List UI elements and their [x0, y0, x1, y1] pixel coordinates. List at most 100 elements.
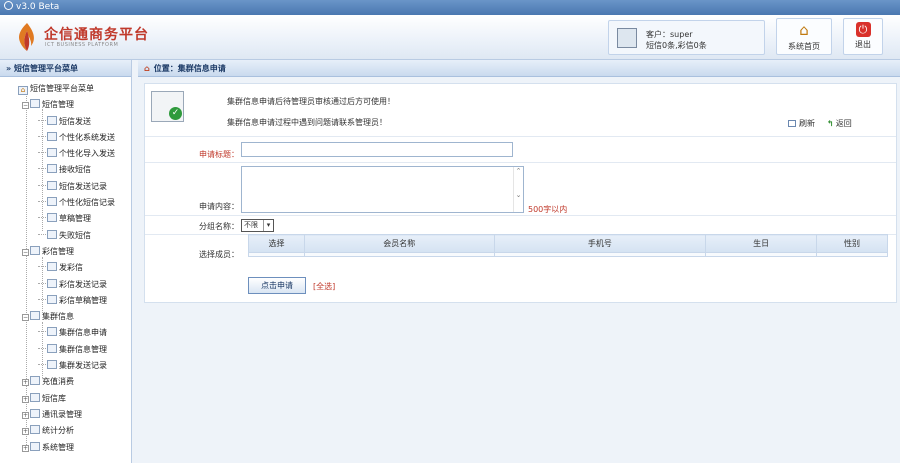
collapse-icon[interactable]: −: [22, 314, 29, 322]
logo-subtitle: ICT BUSINESS PLATFORM: [45, 42, 119, 48]
home-icon: ⌂: [144, 64, 150, 73]
submit-button[interactable]: 点击申请: [248, 277, 306, 294]
col-birthday: 生日: [705, 234, 818, 253]
tree-item-cluster-send-log[interactable]: 集群发送记录: [0, 358, 131, 374]
tree-root[interactable]: ⌂ 短信管理平台菜单: [0, 81, 131, 97]
header: 企信通商务平台 ICT BUSINESS PLATFORM 客户：super 短…: [0, 15, 900, 60]
collapse-icon[interactable]: −: [22, 248, 29, 256]
home-icon: ⌂: [799, 21, 809, 39]
page-icon: [47, 294, 57, 304]
balance-text: 短信0条,彩信0条: [646, 41, 707, 50]
tree-group-mms[interactable]: − 彩信管理: [0, 244, 131, 260]
folder-icon: [30, 245, 40, 255]
tree-item-cluster-apply[interactable]: 集群信息申请: [0, 325, 131, 341]
main-content: ⌂ 位置：集群信息申请 ✓ 集群信息申请后待管理员审核通过后方可使用！ 集群信息申…: [138, 60, 900, 463]
notice-contact: 集群信息申请过程中遇到问题请联系管理员！: [227, 118, 387, 127]
table-row: [248, 252, 888, 257]
group-select[interactable]: 不限 ▾: [241, 219, 274, 232]
logout-button[interactable]: ⏻ 退出: [843, 18, 883, 55]
tree-item-personal-system-send[interactable]: 个性化系统发送: [0, 130, 131, 146]
tree-group-statistics[interactable]: + 统计分析: [0, 423, 131, 439]
tree-group-sms[interactable]: − 短信管理: [0, 97, 131, 113]
tree-item-mms-drafts[interactable]: 彩信草稿管理: [0, 293, 131, 309]
select-all-link[interactable]: [全选]: [313, 281, 335, 292]
tree-group-sms-library[interactable]: + 短信库: [0, 391, 131, 407]
refresh-link[interactable]: 刷新: [788, 118, 815, 129]
textarea-scrollbar[interactable]: ⌃ ⌄: [513, 167, 523, 212]
tree-item-cluster-manage[interactable]: 集群信息管理: [0, 342, 131, 358]
tree-item-personal-import-send[interactable]: 个性化导入发送: [0, 146, 131, 162]
window-titlebar: v3.0 Beta: [0, 0, 900, 15]
window-title: v3.0 Beta: [16, 2, 60, 12]
tree-item-receive-sms[interactable]: 接收短信: [0, 162, 131, 178]
tree-item-sms-send-log[interactable]: 短信发送记录: [0, 179, 131, 195]
tree-item-drafts[interactable]: 草稿管理: [0, 211, 131, 227]
folder-icon: [30, 425, 40, 435]
page-icon: [47, 278, 57, 288]
page-icon: [47, 164, 57, 174]
content-length-hint: 500字以内: [528, 205, 568, 214]
page-icon: [47, 262, 57, 272]
members-table-header: 选择 会员名称 手机号 生日 性别: [248, 234, 888, 253]
collapse-icon[interactable]: −: [22, 102, 29, 110]
title-input[interactable]: [241, 142, 513, 157]
title-label: 申请标题：: [199, 150, 239, 159]
tree-item-personal-sms-log[interactable]: 个性化短信记录: [0, 195, 131, 211]
breadcrumb: ⌂ 位置：集群信息申请: [138, 60, 900, 77]
expand-icon[interactable]: +: [22, 444, 29, 452]
back-link[interactable]: ↰ 返回: [827, 118, 852, 129]
page-icon: [47, 229, 57, 239]
page-icon: [47, 327, 57, 337]
content-label: 申请内容：: [199, 202, 239, 211]
dropdown-arrow-icon: ▾: [263, 220, 273, 231]
tree-item-failed-sms[interactable]: 失败短信: [0, 228, 131, 244]
document-check-icon: ✓: [151, 91, 184, 122]
group-label: 分组名称：: [199, 222, 239, 231]
user-card-icon: [617, 28, 637, 48]
page-icon: [47, 115, 57, 125]
page-icon: [47, 131, 57, 141]
col-phone: 手机号: [493, 234, 707, 253]
content-textarea[interactable]: ⌃ ⌄: [241, 166, 524, 213]
tree-item-send-mms[interactable]: 发彩信: [0, 260, 131, 276]
notice-approval: 集群信息申请后待管理员审核通过后方可使用！: [227, 97, 395, 106]
apply-panel: ✓ 集群信息申请后待管理员审核通过后方可使用！ 集群信息申请过程中遇到问题请联系…: [144, 83, 897, 303]
home-button-label: 系统首页: [788, 42, 820, 51]
power-icon: ⏻: [855, 22, 871, 37]
col-gender: 性别: [816, 234, 888, 253]
sidebar: » 短信管理平台菜单 ⌂ 短信管理平台菜单 − 短信管理 短信发送 个性化系统发送 …: [0, 60, 132, 463]
folder-icon: [30, 441, 40, 451]
page-icon: [47, 180, 57, 190]
folder-icon: [30, 392, 40, 402]
folder-icon: [30, 408, 40, 418]
home-button[interactable]: ⌂ 系统首页: [776, 18, 832, 55]
tree-group-system[interactable]: + 系统管理: [0, 440, 131, 456]
back-arrow-icon: ↰: [827, 119, 834, 128]
members-table: 选择 会员名称 手机号 生日 性别: [248, 234, 888, 257]
home-folder-icon: ⌂: [18, 86, 28, 95]
expand-icon[interactable]: +: [22, 411, 29, 419]
page-icon: [47, 148, 57, 158]
tree-group-recharge[interactable]: + 充值消费: [0, 374, 131, 390]
folder-icon: [30, 311, 40, 321]
sidebar-title: » 短信管理平台菜单: [0, 60, 131, 77]
tree-item-mms-send-log[interactable]: 彩信发送记录: [0, 277, 131, 293]
menu-tree: ⌂ 短信管理平台菜单 − 短信管理 短信发送 个性化系统发送 个性化导入发送 接收短…: [0, 77, 131, 456]
logout-button-label: 退出: [855, 40, 871, 49]
account-info: 客户：super 短信0条,彩信0条: [608, 20, 765, 55]
page-icon: [47, 360, 57, 370]
tree-item-sms-send[interactable]: 短信发送: [0, 114, 131, 130]
tree-group-cluster[interactable]: − 集群信息: [0, 309, 131, 325]
customer-name: 客户：super: [646, 30, 693, 39]
tree-group-contacts[interactable]: + 通讯录管理: [0, 407, 131, 423]
expand-icon[interactable]: +: [22, 395, 29, 403]
expand-icon[interactable]: +: [22, 428, 29, 436]
page-icon: [47, 197, 57, 207]
folder-icon: [30, 99, 40, 109]
page-icon: [47, 213, 57, 223]
expand-icon[interactable]: +: [22, 379, 29, 387]
col-select: 选择: [248, 234, 305, 253]
folder-icon: [30, 376, 40, 386]
logo-title: 企信通商务平台: [44, 27, 149, 43]
flame-logo-icon: [19, 23, 34, 51]
